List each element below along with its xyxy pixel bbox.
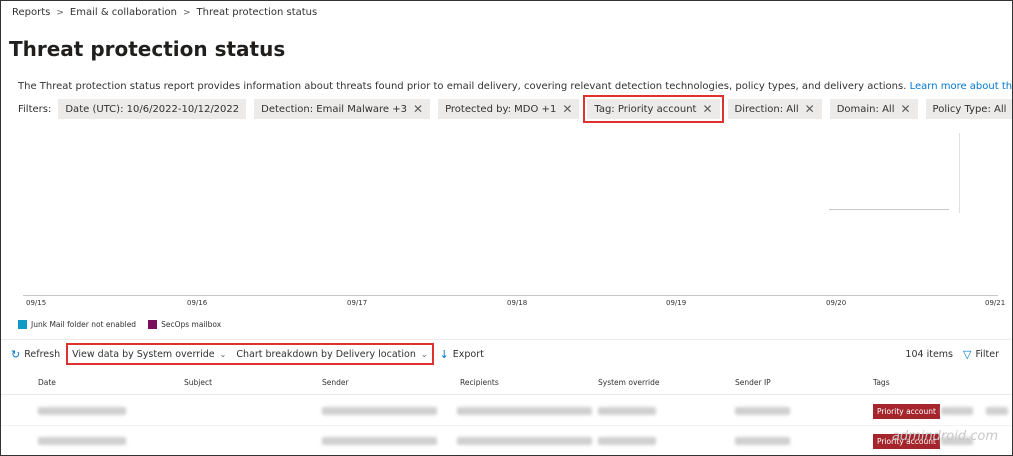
export-label: Export (452, 348, 484, 360)
x-tick-label: 09/17 (347, 299, 368, 307)
close-icon[interactable]: ✕ (702, 103, 712, 115)
redacted-date (38, 407, 126, 415)
view-data-dropdown[interactable]: View data by System override ⌄ (72, 349, 226, 360)
filter-chip-label: Detection: Email Malware +3 (261, 103, 407, 115)
close-icon[interactable]: ✕ (562, 103, 572, 115)
chart-gridline (959, 133, 960, 213)
breadcrumb-email-collaboration[interactable]: Email & collaboration (70, 7, 177, 18)
x-tick-label: 09/18 (507, 299, 528, 307)
view-data-label: View data by System override (72, 348, 215, 360)
legend-swatch (148, 320, 158, 329)
description-text: The Threat protection status report prov… (18, 81, 907, 92)
filter-chip-label: Domain: All (836, 103, 895, 115)
export-button[interactable]: ↓ Export (440, 348, 484, 361)
breadcrumb-reports[interactable]: Reports (12, 7, 50, 18)
filter-chip-date[interactable]: Date (UTC): 10/6/2022-10/12/2022 (58, 99, 247, 119)
filters-label: Filters: (18, 103, 52, 115)
redacted-system-override (598, 437, 656, 445)
breadcrumb-current: Threat protection status (196, 7, 318, 18)
column-header-sender[interactable]: Sender (322, 378, 349, 387)
legend-label: Junk Mail folder not enabled (31, 320, 137, 329)
highlighted-dropdown-group: View data by System override ⌄ Chart bre… (66, 343, 434, 365)
filter-chip-policy-type[interactable]: Policy Type: All ✕ (925, 99, 1012, 119)
table-toolbar: ↻ Refresh View data by System override ⌄… (11, 343, 1007, 365)
redacted-recipients (457, 437, 592, 445)
download-icon: ↓ (439, 347, 449, 361)
column-header-system-override[interactable]: System override (598, 378, 660, 387)
filter-chip-label: Policy Type: All (932, 103, 1007, 115)
filter-chip-label: Tag: Priority account (594, 103, 697, 115)
chart-breakdown-dropdown[interactable]: Chart breakdown by Delivery location ⌄ (236, 349, 427, 360)
watermark: admindroid.com (891, 429, 998, 444)
chart-x-axis (23, 295, 998, 296)
column-header-date[interactable]: Date (38, 378, 56, 387)
report-description: The Threat protection status report prov… (18, 81, 1012, 92)
chevron-right-icon: > (182, 7, 191, 18)
redacted-sender-ip (735, 437, 790, 445)
chevron-right-icon: > (56, 7, 64, 18)
column-header-subject[interactable]: Subject (184, 378, 212, 387)
report-window: Reports > Email & collaboration > Threat… (0, 0, 1013, 456)
filter-chip-protected-by[interactable]: Protected by: MDO +1 ✕ (438, 99, 580, 119)
redacted-sender (322, 407, 437, 415)
page-title: Threat protection status (9, 37, 286, 61)
filter-chip-domain[interactable]: Domain: All ✕ (829, 99, 918, 119)
section-divider (1, 339, 1012, 340)
toolbar-right: 104 items ▽ Filter (905, 348, 1007, 361)
legend-item-secops[interactable]: SecOps mailbox (148, 320, 221, 329)
close-icon[interactable]: ✕ (900, 103, 910, 115)
chevron-down-icon: ⌄ (219, 349, 227, 359)
table-row[interactable]: Priority account (1, 426, 1012, 455)
legend-item-junk-mail[interactable]: Junk Mail folder not enabled (18, 320, 136, 329)
filter-icon: ▽ (963, 347, 972, 361)
column-header-recipients[interactable]: Recipients (460, 378, 499, 387)
learn-more-link[interactable]: Learn more about this report (910, 81, 1012, 92)
column-header-tags[interactable]: Tags (873, 378, 890, 387)
chart-gridline (829, 209, 949, 210)
redacted-sender (322, 437, 437, 445)
refresh-button[interactable]: ↻ Refresh (11, 348, 60, 361)
filter-chip-tag[interactable]: Tag: Priority account ✕ (583, 95, 724, 123)
redacted-recipients (457, 407, 592, 415)
chart-plot-area (23, 127, 998, 297)
breadcrumb: Reports > Email & collaboration > Threat… (12, 7, 317, 18)
filter-chip-label: Date (UTC): 10/6/2022-10/12/2022 (65, 103, 240, 115)
redacted-tag (986, 407, 1008, 415)
close-icon[interactable]: ✕ (805, 103, 815, 115)
x-tick-label: 09/20 (826, 299, 847, 307)
legend-label: SecOps mailbox (161, 320, 222, 329)
chart-legend: Junk Mail folder not enabled SecOps mail… (18, 320, 233, 329)
table-row[interactable]: Priority account (1, 396, 1012, 426)
refresh-icon: ↻ (11, 347, 21, 361)
filter-bar: Filters: Date (UTC): 10/6/2022-10/12/202… (18, 95, 1012, 123)
legend-swatch (18, 320, 27, 329)
chevron-down-icon: ⌄ (420, 349, 428, 359)
x-tick-label: 09/15 (26, 299, 47, 307)
close-icon[interactable]: ✕ (413, 103, 423, 115)
table-header: Date Subject Sender Recipients System ov… (1, 373, 1012, 395)
x-tick-label: 09/16 (187, 299, 208, 307)
column-header-sender-ip[interactable]: Sender IP (735, 378, 771, 387)
priority-account-tag: Priority account (873, 404, 940, 419)
chart-breakdown-label: Chart breakdown by Delivery location (236, 348, 416, 360)
filter-button[interactable]: ▽ Filter (963, 348, 999, 361)
filter-chip-label: Direction: All (734, 103, 799, 115)
filter-chip-label: Protected by: MDO +1 (445, 103, 557, 115)
item-count: 104 items (905, 348, 953, 360)
redacted-system-override (598, 407, 656, 415)
x-tick-label: 09/21 (985, 299, 1006, 307)
x-tick-label: 09/19 (666, 299, 687, 307)
filter-chip-detection[interactable]: Detection: Email Malware +3 ✕ (254, 99, 431, 119)
refresh-label: Refresh (24, 348, 61, 360)
redacted-sender-ip (735, 407, 790, 415)
filter-chip-direction[interactable]: Direction: All ✕ (727, 99, 822, 119)
redacted-date (38, 437, 126, 445)
redacted-tag (941, 407, 973, 415)
filter-label: Filter (975, 348, 999, 360)
